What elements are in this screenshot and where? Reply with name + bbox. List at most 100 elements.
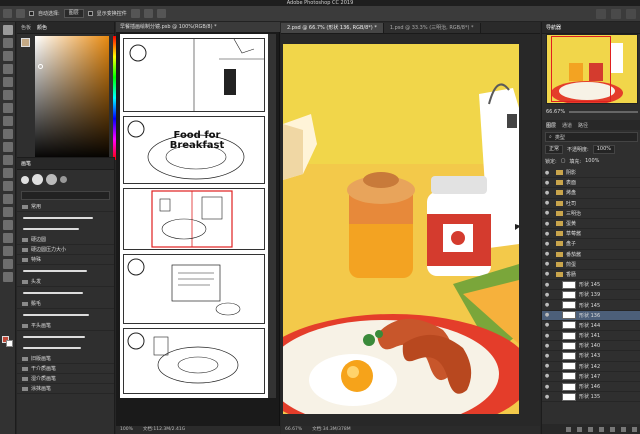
new-layer-icon[interactable]: [621, 426, 626, 432]
brush-preset-icon[interactable]: [32, 174, 43, 185]
tab-brushes[interactable]: 画笔: [21, 160, 31, 167]
tab-layers[interactable]: 图层: [546, 122, 556, 129]
visibility-eye-icon[interactable]: ●: [542, 210, 552, 216]
background-color-swatch[interactable]: [6, 340, 13, 347]
visibility-eye-icon[interactable]: ●: [542, 241, 552, 247]
blend-mode-select[interactable]: 正常: [545, 144, 564, 154]
brush-search-input[interactable]: [21, 191, 110, 200]
brush-folder[interactable]: 涂抹画笔: [17, 384, 114, 394]
tab-paths[interactable]: 路径: [578, 122, 588, 129]
layer-row[interactable]: ● 形状 143: [542, 351, 640, 362]
layer-row[interactable]: ● 形状 136: [542, 310, 640, 321]
visibility-eye-icon[interactable]: ●: [542, 271, 552, 277]
canvas-zoom[interactable]: 66.67%: [285, 426, 302, 434]
brush-stroke-preview[interactable]: [23, 343, 108, 353]
visibility-eye-icon[interactable]: ●: [542, 190, 552, 196]
layer-row[interactable]: ● 形状 139: [542, 290, 640, 301]
brush-preset-icon[interactable]: [46, 174, 57, 185]
healing-tool-icon[interactable]: [2, 103, 13, 113]
doc-tab-active[interactable]: 2.psd @ 66.7% (形状 136, RGB/8*) *: [281, 23, 384, 33]
layer-row[interactable]: ● 形状 147: [542, 372, 640, 382]
layer-row[interactable]: ● 形状 145: [542, 280, 640, 291]
tab-navigator[interactable]: 导航器: [546, 24, 561, 31]
layer-group-row[interactable]: ● 吐司: [542, 199, 640, 209]
brush-stroke-preview[interactable]: [23, 310, 108, 320]
visibility-eye-icon[interactable]: ●: [542, 261, 552, 267]
visibility-eye-icon[interactable]: ●: [542, 292, 552, 298]
layer-filter[interactable]: ⌕ 类型: [545, 132, 638, 142]
navigator-zoom-value[interactable]: 66.67%: [546, 109, 565, 115]
layer-group-row[interactable]: ● 香肠: [542, 270, 640, 281]
shape-tool-icon[interactable]: [2, 246, 13, 256]
doc-zoom[interactable]: 100%: [120, 426, 133, 434]
brush-preset-icon[interactable]: [60, 176, 67, 183]
opacity-input[interactable]: 100%: [592, 144, 615, 154]
quick-select-tool-icon[interactable]: [2, 64, 13, 74]
move-tool-icon[interactable]: [2, 25, 13, 35]
layer-row[interactable]: ● 形状 146: [542, 382, 640, 393]
visibility-eye-icon[interactable]: ●: [542, 302, 552, 308]
blur-tool-icon[interactable]: [2, 181, 13, 191]
visibility-eye-icon[interactable]: ●: [542, 251, 552, 257]
move-tool-icon[interactable]: [16, 9, 25, 18]
fill-input[interactable]: 100%: [585, 158, 599, 164]
zoom-tool-icon[interactable]: [2, 272, 13, 282]
lock-icon[interactable]: ▢: [561, 158, 566, 164]
visibility-eye-icon[interactable]: ●: [542, 353, 552, 359]
brush-folder[interactable]: 湿介质画笔: [17, 374, 114, 384]
transform-controls-checkbox[interactable]: [87, 11, 93, 16]
history-brush-tool-icon[interactable]: [2, 142, 13, 152]
visibility-eye-icon[interactable]: ●: [542, 322, 552, 328]
visibility-eye-icon[interactable]: ●: [542, 394, 552, 400]
illustration-canvas[interactable]: [283, 44, 519, 414]
brush-folder[interactable]: 鬃毛: [17, 299, 114, 309]
doc-tab[interactable]: 1.psd @ 33.3% (三明治, RGB/8*) *: [383, 23, 481, 33]
color-picker-field[interactable]: [35, 36, 109, 160]
brush-folder[interactable]: 特殊: [17, 255, 114, 265]
visibility-eye-icon[interactable]: ●: [542, 282, 552, 288]
layer-group-row[interactable]: ● 蛋黄: [542, 219, 640, 230]
home-icon[interactable]: [3, 9, 12, 18]
brush-preset-icon[interactable]: [21, 175, 29, 184]
layer-group-row[interactable]: ● 煎蛋: [542, 260, 640, 270]
search-icon[interactable]: [596, 9, 606, 19]
layer-row[interactable]: ● 形状 145: [542, 300, 640, 311]
layer-group-row[interactable]: ● 番茄酱: [542, 250, 640, 260]
share-icon[interactable]: [626, 9, 636, 19]
navigator-view-frame[interactable]: [551, 36, 611, 102]
workspace-icon[interactable]: [611, 9, 621, 19]
brush-folder[interactable]: 干介质画笔: [17, 364, 114, 374]
brush-folder[interactable]: 常用: [17, 202, 114, 212]
align-right-icon[interactable]: [156, 9, 166, 18]
align-left-icon[interactable]: [130, 9, 140, 18]
gradient-tool-icon[interactable]: [2, 168, 13, 178]
brush-stroke-preview[interactable]: [23, 288, 108, 298]
auto-select-checkbox[interactable]: [29, 11, 34, 16]
brush-stroke-preview[interactable]: [23, 266, 108, 276]
layer-row[interactable]: ● 形状 140: [542, 341, 640, 352]
layer-group-row[interactable]: ● 三明治: [542, 209, 640, 219]
trash-icon[interactable]: [632, 426, 637, 432]
tab-color[interactable]: 颜色: [37, 24, 47, 31]
visibility-eye-icon[interactable]: ●: [542, 373, 552, 379]
visibility-eye-icon[interactable]: ●: [542, 343, 552, 349]
layer-row[interactable]: ● 形状 144: [542, 321, 640, 331]
marquee-tool-icon[interactable]: [2, 38, 13, 48]
mask-icon[interactable]: [588, 426, 593, 432]
brush-folder[interactable]: 平头画笔: [17, 321, 114, 331]
align-center-icon[interactable]: [143, 9, 153, 18]
layer-group-row[interactable]: ● 表面: [542, 178, 640, 189]
crop-tool-icon[interactable]: [2, 77, 13, 87]
visibility-eye-icon[interactable]: ●: [542, 384, 552, 390]
hand-tool-icon[interactable]: [2, 259, 13, 269]
adjustment-icon[interactable]: [599, 426, 604, 432]
tab-swatches[interactable]: 色板: [21, 24, 31, 31]
eraser-tool-icon[interactable]: [2, 155, 13, 165]
visibility-eye-icon[interactable]: ●: [542, 333, 552, 339]
color-panel-fg-swatch[interactable]: [21, 38, 30, 47]
fx-icon[interactable]: [577, 426, 582, 432]
navigator-zoom-slider[interactable]: [569, 111, 638, 113]
navigator-thumbnail[interactable]: [546, 34, 638, 104]
visibility-eye-icon[interactable]: ●: [542, 170, 552, 176]
layer-group-row[interactable]: ● 草莓酱: [542, 229, 640, 240]
